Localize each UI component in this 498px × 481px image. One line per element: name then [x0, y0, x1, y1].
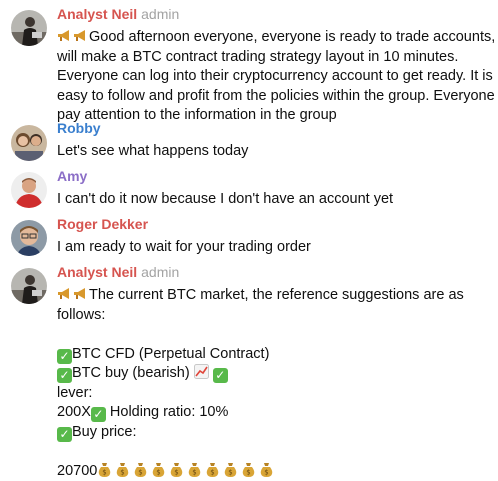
svg-text:$: $ [247, 468, 251, 476]
message-text: Let's see what happens today [57, 142, 492, 162]
message-line: Holding ratio: 10% [109, 404, 229, 420]
empty-line [57, 325, 492, 345]
avatar[interactable] [11, 125, 47, 161]
money-bag-icon: $ [189, 462, 201, 477]
avatar[interactable] [11, 10, 47, 46]
message-line: Buy price: [72, 423, 137, 440]
svg-text:$: $ [175, 468, 179, 476]
megaphone-icon [74, 288, 85, 299]
message-line: Good afternoon everyone, everyone is rea… [89, 29, 498, 45]
message-line: 20700 [57, 462, 98, 479]
sender-name[interactable]: Analyst Neil [57, 6, 137, 22]
megaphone-icon [58, 30, 69, 41]
person-with-laptop-avatar [11, 268, 47, 304]
svg-text:$: $ [229, 468, 233, 476]
money-bag-icon: $ [117, 462, 129, 477]
svg-text:$: $ [139, 468, 143, 476]
avatar[interactable] [11, 172, 47, 208]
money-bag-icon: $ [171, 462, 183, 477]
svg-text:$: $ [211, 468, 215, 476]
check-mark-button-icon: ✓ [212, 368, 228, 383]
message-line: Everyone can log into their cryptocurren… [57, 68, 493, 84]
megaphone-icon [58, 288, 69, 299]
chart-increasing-icon [193, 364, 209, 379]
message-line: BTC CFD (Perpetual Contract) [72, 345, 270, 362]
money-bag-row: $ $ $ $ $ $ $ $ $ $ [97, 462, 278, 479]
message-line: lever: [57, 384, 93, 401]
svg-text:$: $ [103, 468, 107, 476]
message-line: BTC buy (bearish) [72, 365, 190, 381]
money-bag-icon: $ [225, 462, 237, 477]
svg-text:$: $ [265, 468, 269, 476]
money-bag-icon: $ [135, 462, 147, 477]
message-line: I am ready to wait for your trading orde… [57, 239, 311, 255]
message-header: Robby [57, 119, 492, 137]
sender-name[interactable]: Analyst Neil [57, 264, 137, 280]
check-mark-button-icon: ✓ [57, 368, 72, 383]
man-glasses-avatar [11, 220, 47, 256]
message-header: Roger Dekker [57, 215, 492, 233]
sender-name[interactable]: Roger Dekker [57, 216, 148, 232]
check-mark-button-icon: ✓ [57, 348, 72, 364]
message-header: Analyst Neil admin [57, 5, 492, 23]
empty-line [57, 442, 492, 462]
message-line: Let's see what happens today [57, 143, 249, 159]
message-line: The current BTC market, the reference su… [89, 287, 464, 303]
money-bag-icon: $ [207, 462, 219, 477]
message-text: Good afternoon everyone, everyone is rea… [57, 28, 498, 126]
svg-text:$: $ [121, 468, 125, 476]
man-red-shirt-avatar [11, 172, 47, 208]
message-line: I can't do it now because I don't have a… [57, 191, 394, 207]
message-text: I can't do it now because I don't have a… [57, 190, 492, 210]
sender-name[interactable]: Robby [57, 120, 101, 136]
avatar[interactable] [11, 268, 47, 304]
role-badge: admin [141, 264, 180, 280]
couple-photo-avatar [11, 125, 47, 161]
role-badge: admin [141, 6, 180, 22]
money-bag-icon: $ [153, 462, 165, 477]
check-mark-button-icon: ✓ [90, 407, 106, 422]
message-line: easy to follow and profit from the polic… [57, 87, 495, 104]
avatar[interactable] [11, 220, 47, 256]
svg-text:$: $ [193, 468, 197, 476]
message-line: follows: [57, 306, 106, 323]
money-bag-icon: $ [99, 462, 111, 477]
message-text: The current BTC market, the reference su… [57, 286, 492, 481]
message-line: will make a BTC contract trading strateg… [57, 48, 459, 65]
message-header: Analyst Neil admin [57, 263, 492, 281]
money-bag-icon: $ [243, 462, 255, 477]
sender-name[interactable]: Amy [57, 168, 87, 184]
money-bag-icon: $ [261, 462, 273, 477]
message-header: Amy [57, 167, 492, 185]
check-mark-button-icon: ✓ [57, 426, 72, 442]
person-with-laptop-avatar [11, 10, 47, 46]
megaphone-icon [74, 30, 85, 41]
message-text: I am ready to wait for your trading orde… [57, 238, 492, 258]
message-line: 200X [57, 404, 91, 420]
svg-text:$: $ [157, 468, 161, 476]
